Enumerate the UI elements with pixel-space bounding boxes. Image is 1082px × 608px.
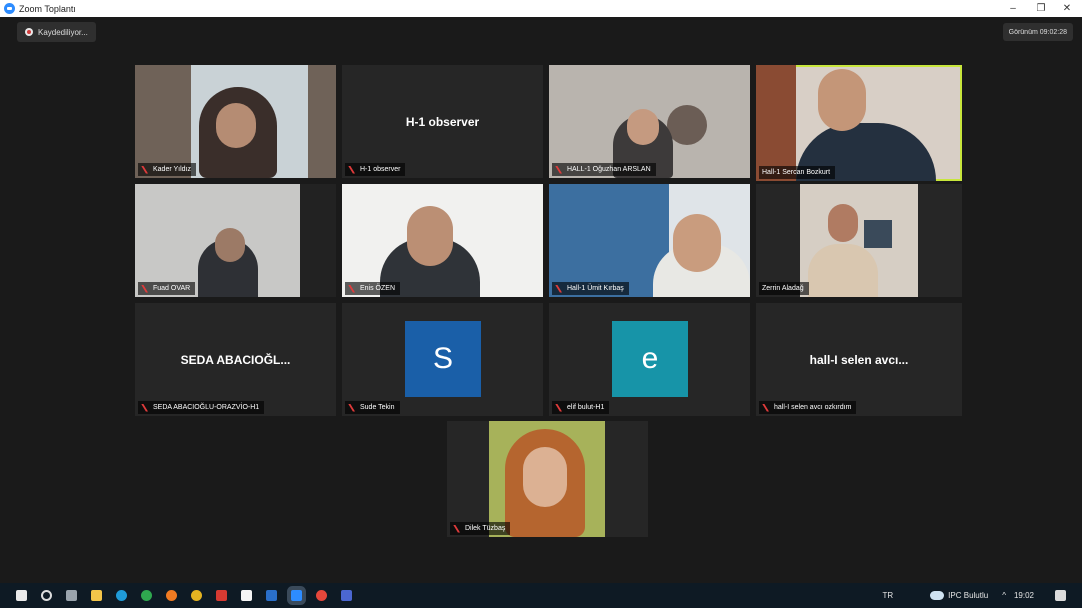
- firefox-icon[interactable]: [166, 590, 177, 601]
- chrome-icon[interactable]: [316, 590, 327, 601]
- minimize-button[interactable]: –: [1000, 0, 1026, 17]
- participant-name: Enis ÖZEN: [345, 282, 401, 295]
- participant-tile[interactable]: Dilek Tüzbaş: [447, 421, 648, 537]
- participant-face: [818, 69, 866, 131]
- participant-name: Dilek Tüzbaş: [450, 522, 511, 535]
- maximize-button[interactable]: ❐: [1028, 0, 1054, 17]
- participant-tile[interactable]: H-1 observer H-1 observer: [342, 65, 543, 178]
- participant-face: [627, 109, 659, 145]
- teams-icon[interactable]: [341, 590, 352, 601]
- recording-label: Kaydediliyor...: [38, 27, 88, 37]
- participant-tile[interactable]: S Sude Tekin: [342, 303, 543, 416]
- zoom-logo-icon: [4, 3, 15, 14]
- banner-background: [549, 184, 669, 297]
- muted-mic-icon: [348, 284, 355, 293]
- weather-status[interactable]: IPC Bulutlu: [948, 591, 988, 600]
- participant-display-name: hall-I selen avcı...: [809, 352, 909, 367]
- edge-icon[interactable]: [116, 590, 127, 601]
- muted-mic-icon: [141, 284, 148, 293]
- video-gallery: Kaydediliyor... Görünüm 09:02:28 Kader Y…: [7, 17, 1079, 583]
- participant-name: Fuad OVAR: [138, 282, 196, 295]
- participant-face: [523, 447, 567, 507]
- notes-icon[interactable]: [241, 590, 252, 601]
- muted-mic-icon: [762, 403, 769, 412]
- task-view-icon[interactable]: [66, 590, 77, 601]
- participant-tile[interactable]: Zerrin Aladağ: [756, 184, 962, 297]
- participant-name: elif bulut-H1: [552, 401, 610, 414]
- start-icon[interactable]: [16, 590, 27, 601]
- participant-tile[interactable]: SEDA ABACIOĞL... SEDA ABACIOĞLU-ORAZVİO-…: [135, 303, 336, 416]
- muted-mic-icon: [555, 284, 562, 293]
- participant-face: [215, 228, 245, 262]
- wall-clock: [667, 105, 707, 145]
- participant-tile[interactable]: HALL-1 Oğuzhan ARSLAN: [549, 65, 750, 178]
- notification-icon[interactable]: [1055, 590, 1066, 601]
- view-label: Görünüm 09:02:28: [1008, 28, 1067, 36]
- monitor: [864, 220, 892, 248]
- participant-figure: [808, 244, 878, 297]
- view-button[interactable]: Görünüm 09:02:28: [1002, 23, 1073, 41]
- chrome-icon[interactable]: [141, 590, 152, 601]
- participant-tile[interactable]: hall-I selen avcı... hall-I selen avcı o…: [756, 303, 962, 416]
- participant-name: HALL-1 Oğuzhan ARSLAN: [552, 163, 656, 176]
- participant-name: Hall-1 Ümit Kırbaş: [552, 282, 629, 295]
- participant-face: [216, 103, 256, 148]
- window-title: Zoom Toplantı: [19, 3, 76, 14]
- muted-mic-icon: [453, 524, 460, 533]
- door-background: [756, 65, 796, 181]
- participant-tile[interactable]: Kader Yıldız: [135, 65, 336, 178]
- muted-mic-icon: [555, 165, 562, 174]
- participant-avatar: e: [612, 321, 688, 397]
- participant-tile-active-speaker[interactable]: Hall-1 Sercan Bozkurt: [756, 65, 962, 181]
- muted-mic-icon: [555, 403, 562, 412]
- windows-taskbar: TR IPC Bulutlu ^ 19:02: [0, 583, 1082, 608]
- acrobat-icon[interactable]: [216, 590, 227, 601]
- participant-tile[interactable]: Enis ÖZEN: [342, 184, 543, 297]
- file-explorer-icon[interactable]: [91, 590, 102, 601]
- participant-name: H-1 observer: [345, 163, 406, 176]
- participant-face: [673, 214, 721, 272]
- title-bar: Zoom Toplantı – ❐ ✕: [0, 0, 1082, 17]
- participant-tile[interactable]: Hall-1 Ümit Kırbaş: [549, 184, 750, 297]
- participant-face: [407, 206, 453, 266]
- close-button[interactable]: ✕: [1054, 0, 1080, 17]
- clock[interactable]: 19:02: [1014, 591, 1034, 600]
- participant-name: Kader Yıldız: [138, 163, 197, 176]
- weather-cloud-icon: [930, 591, 945, 600]
- participant-display-name: H-1 observer: [405, 114, 480, 129]
- record-icon: [25, 28, 33, 36]
- participant-name: Zerrin Aladağ: [759, 282, 809, 295]
- tray-chevron-icon[interactable]: ^: [1002, 591, 1006, 600]
- participant-tile[interactable]: Fuad OVAR: [135, 184, 336, 297]
- language-indicator[interactable]: TR: [883, 591, 894, 600]
- recording-indicator[interactable]: Kaydediliyor...: [17, 22, 96, 42]
- muted-mic-icon: [141, 165, 148, 174]
- participant-avatar: S: [405, 321, 481, 397]
- muted-mic-icon: [141, 403, 148, 412]
- muted-mic-icon: [348, 165, 355, 174]
- muted-mic-icon: [348, 403, 355, 412]
- participant-name: SEDA ABACIOĞLU-ORAZVİO-H1: [138, 401, 265, 414]
- chrome-icon[interactable]: [191, 590, 202, 601]
- search-icon[interactable]: [41, 590, 52, 601]
- participant-name: Hall-1 Sercan Bozkurt: [759, 166, 836, 179]
- outlook-icon[interactable]: [266, 590, 277, 601]
- participant-display-name: SEDA ABACIOĞL...: [180, 352, 291, 367]
- participant-name: hall-I selen avcı ozkırdım: [759, 401, 857, 414]
- zoom-icon[interactable]: [291, 590, 302, 601]
- participant-face: [828, 204, 858, 242]
- participant-tile[interactable]: e elif bulut-H1: [549, 303, 750, 416]
- participant-name: Sude Tekin: [345, 401, 400, 414]
